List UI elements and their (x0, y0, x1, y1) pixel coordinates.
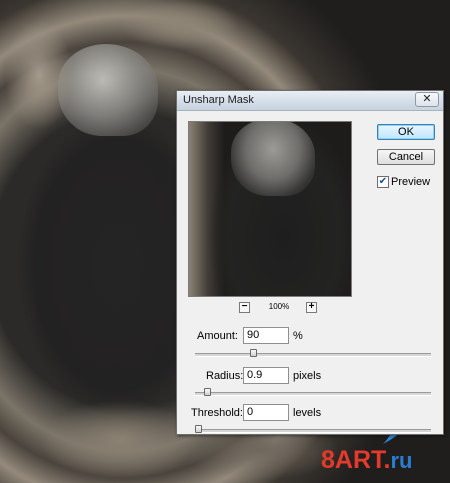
ice-highlight (58, 44, 158, 136)
radius-label: Radius: (206, 370, 244, 382)
plus-icon: + (308, 301, 315, 312)
threshold-input[interactable]: 0 (243, 404, 289, 421)
ok-button[interactable]: OK (377, 124, 435, 140)
radius-slider-thumb[interactable] (204, 388, 212, 396)
minus-icon: − (241, 301, 248, 312)
amount-slider-track[interactable] (195, 353, 431, 357)
threshold-unit: levels (293, 407, 322, 419)
threshold-slider-track[interactable] (195, 429, 431, 433)
threshold-slider-thumb[interactable] (195, 425, 202, 433)
zoom-out-button[interactable]: − (239, 302, 250, 313)
close-button[interactable]: ✕ (415, 92, 439, 107)
close-icon: ✕ (422, 93, 432, 105)
preview-ice-highlight (231, 122, 315, 196)
unsharp-mask-dialog: Unsharp Mask ✕ − 100% + OK Cancel ✔ Prev… (176, 90, 444, 435)
cancel-button[interactable]: Cancel (377, 149, 435, 165)
dialog-title: Unsharp Mask (183, 94, 254, 106)
zoom-in-button[interactable]: + (306, 302, 317, 313)
zoom-level: 100% (268, 302, 290, 311)
radius-unit: pixels (293, 370, 322, 382)
amount-input[interactable]: 90 (243, 327, 289, 344)
radius-slider-track[interactable] (195, 392, 431, 396)
preview-checkbox-label: Preview (391, 176, 431, 188)
watermark-tld: ru (390, 448, 413, 473)
amount-label: Amount: (197, 330, 238, 342)
amount-unit: % (293, 330, 303, 342)
threshold-label: Threshold: (191, 407, 243, 419)
dialog-titlebar[interactable]: Unsharp Mask ✕ (177, 91, 443, 111)
watermark-text: 8ART.ru (321, 446, 447, 474)
preview-pane[interactable] (188, 121, 352, 297)
rock-highlight (120, 0, 240, 50)
preview-checkbox[interactable]: ✔ (377, 176, 389, 188)
watermark-brand: 8ART (321, 446, 384, 474)
radius-input[interactable]: 0.9 (243, 367, 289, 384)
amount-slider-thumb[interactable] (249, 349, 257, 357)
rock-highlight (4, 20, 74, 130)
